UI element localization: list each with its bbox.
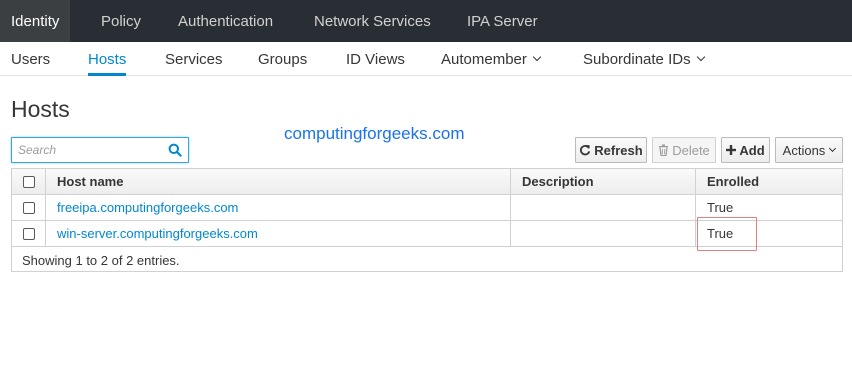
search-icon[interactable] <box>168 143 182 157</box>
search-input[interactable] <box>12 138 162 162</box>
description-cell <box>511 195 696 220</box>
sub-nav: Users Hosts Services Groups ID Views Aut… <box>0 42 852 76</box>
delete-label: Delete <box>672 142 710 158</box>
column-header-enrolled[interactable]: Enrolled <box>696 169 842 194</box>
row-select-cell <box>12 221 46 246</box>
trash-icon <box>658 144 669 156</box>
refresh-icon <box>579 144 591 156</box>
column-header-description[interactable]: Description <box>511 169 696 194</box>
refresh-button[interactable]: Refresh <box>575 137 647 163</box>
tab-automember-label: Automember <box>441 50 527 68</box>
row-select-cell <box>12 195 46 220</box>
tab-subordinate-ids[interactable]: Subordinate IDs <box>583 42 705 76</box>
select-all-checkbox[interactable] <box>22 175 35 188</box>
tab-services[interactable]: Services <box>165 42 223 76</box>
enrolled-cell: True <box>707 200 734 215</box>
column-header-host-name[interactable]: Host name <box>46 169 511 194</box>
top-nav-identity[interactable]: Identity <box>0 0 71 42</box>
host-link[interactable]: win-server.computingforgeeks.com <box>57 226 258 241</box>
tab-groups[interactable]: Groups <box>258 42 307 76</box>
delete-button[interactable]: Delete <box>652 137 716 163</box>
tab-id-views[interactable]: ID Views <box>346 42 405 76</box>
top-nav-ipa-server[interactable]: IPA Server <box>456 0 549 42</box>
host-name-cell: win-server.computingforgeeks.com <box>46 221 511 246</box>
description-cell <box>511 221 696 246</box>
chevron-down-icon <box>829 144 837 152</box>
top-nav-network-services[interactable]: Network Services <box>303 0 442 42</box>
tab-automember[interactable]: Automember <box>441 42 542 76</box>
table-header-row: Host name Description Enrolled <box>12 169 842 195</box>
table-footer: Showing 1 to 2 of 2 entries. <box>22 252 180 268</box>
host-name-cell: freeipa.computingforgeeks.com <box>46 195 511 220</box>
chevron-down-icon <box>532 52 542 62</box>
search-box <box>11 137 189 163</box>
tab-users-label: Users <box>11 50 51 68</box>
tab-hosts[interactable]: Hosts <box>88 42 127 76</box>
tab-hosts-label: Hosts <box>88 50 127 68</box>
row-checkbox[interactable] <box>22 201 35 214</box>
hosts-table: Host name Description Enrolled freeipa.c… <box>11 168 843 272</box>
tab-services-label: Services <box>165 50 223 68</box>
top-nav-authentication[interactable]: Authentication <box>167 0 284 42</box>
top-nav-policy[interactable]: Policy <box>90 0 152 42</box>
host-link[interactable]: freeipa.computingforgeeks.com <box>57 200 238 215</box>
row-checkbox[interactable] <box>22 227 35 240</box>
top-nav: Identity Policy Authentication Network S… <box>0 0 852 42</box>
tab-subordinate-ids-label: Subordinate IDs <box>583 50 691 68</box>
add-button[interactable]: Add <box>721 137 770 163</box>
select-all-cell <box>12 169 46 194</box>
refresh-label: Refresh <box>594 142 643 158</box>
add-label: Add <box>739 142 765 158</box>
enrolled-cell: True <box>707 226 734 241</box>
plus-icon <box>726 145 737 155</box>
chevron-down-icon <box>696 52 705 62</box>
table-row: win-server.computingforgeeks.com True <box>12 221 842 247</box>
tab-id-views-label: ID Views <box>346 50 405 68</box>
actions-label: Actions <box>782 142 826 158</box>
table-row: freeipa.computingforgeeks.com True <box>12 195 842 221</box>
page-title: Hosts <box>11 96 70 122</box>
tab-users[interactable]: Users <box>11 42 50 76</box>
watermark-text: computingforgeeks.com <box>284 124 465 143</box>
actions-dropdown[interactable]: Actions <box>775 137 843 163</box>
tab-groups-label: Groups <box>258 50 308 68</box>
